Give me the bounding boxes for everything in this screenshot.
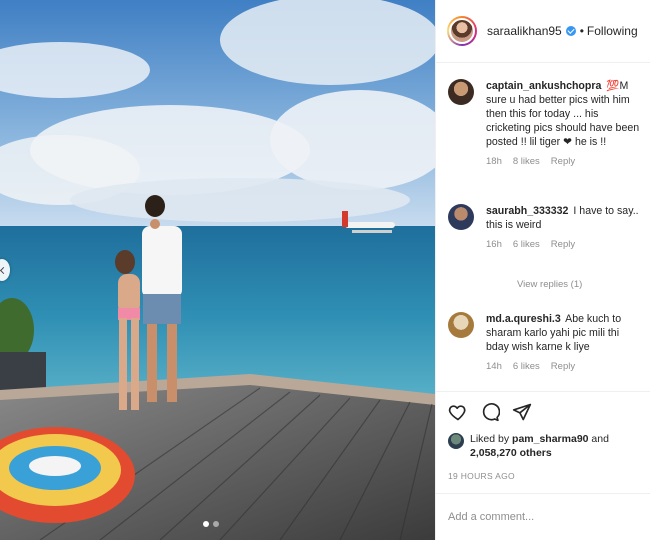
carousel-dot-active xyxy=(203,521,209,527)
comment-icon[interactable] xyxy=(480,402,500,422)
view-replies-label: View replies (1) xyxy=(517,279,583,290)
comment-body: md.a.qureshi.3 Abe kuch to sharam karlo … xyxy=(486,312,642,372)
beach-photo-image xyxy=(0,0,435,540)
comment-text: captain_ankushchopra 💯M sure u had bette… xyxy=(486,79,642,149)
likes-count[interactable]: 2,058,270 others xyxy=(470,447,552,459)
post-header: saraalikhan95 • Following xyxy=(436,0,650,63)
author-username[interactable]: saraalikhan95 xyxy=(487,24,562,38)
comment-avatar[interactable] xyxy=(448,204,474,230)
following-button[interactable]: Following xyxy=(587,24,638,38)
post-photo[interactable] xyxy=(0,0,435,540)
comment-item: captain_ankushchopra 💯M sure u had bette… xyxy=(448,79,642,167)
comments-list[interactable]: captain_ankushchopra 💯M sure u had bette… xyxy=(436,64,650,391)
comment-item: saurabh_333332 I have to say.. this is w… xyxy=(448,204,642,250)
comment-time: 16h xyxy=(486,239,502,250)
likes-prefix: Liked by xyxy=(470,433,510,445)
comment-time: 18h xyxy=(486,156,502,167)
comment-likes[interactable]: 6 likes xyxy=(513,361,540,372)
heart-icon[interactable] xyxy=(448,402,468,422)
comment-time: 14h xyxy=(486,361,502,372)
comment-meta: 14h 6 likes Reply xyxy=(486,361,642,372)
comment-likes[interactable]: 6 likes xyxy=(513,239,540,250)
post-actions-bar xyxy=(436,391,650,431)
comment-username[interactable]: captain_ankushchopra xyxy=(486,80,601,92)
reply-button[interactable]: Reply xyxy=(551,239,575,250)
likes-text: Liked by pam_sharma90 and 2,058,270 othe… xyxy=(470,432,609,460)
comment-text: md.a.qureshi.3 Abe kuch to sharam karlo … xyxy=(486,312,642,354)
comment-username[interactable]: saurabh_333332 xyxy=(486,205,568,217)
author-avatar-image xyxy=(449,18,475,44)
comment-body: saurabh_333332 I have to say.. this is w… xyxy=(486,204,642,250)
comment-meta: 16h 6 likes Reply xyxy=(486,239,642,250)
comment-text: saurabh_333332 I have to say.. this is w… xyxy=(486,204,642,232)
comment-body: captain_ankushchopra 💯M sure u had bette… xyxy=(486,79,642,167)
comment-meta: 18h 8 likes Reply xyxy=(486,156,642,167)
header-separator: • xyxy=(579,24,584,38)
post-timestamp[interactable]: 19 HOURS AGO xyxy=(448,471,515,481)
reply-button[interactable]: Reply xyxy=(551,156,575,167)
add-comment-bar xyxy=(436,493,650,540)
carousel-indicator xyxy=(203,521,219,527)
comment-item: md.a.qureshi.3 Abe kuch to sharam karlo … xyxy=(448,312,642,372)
view-replies-button[interactable]: View replies (1) xyxy=(517,279,582,290)
verified-badge-icon xyxy=(565,26,576,36)
author-avatar[interactable] xyxy=(447,16,477,46)
comment-username[interactable]: md.a.qureshi.3 xyxy=(486,313,561,325)
likes-summary: Liked by pam_sharma90 and 2,058,270 othe… xyxy=(448,432,644,460)
comment-likes[interactable]: 8 likes xyxy=(513,156,540,167)
liker-avatar[interactable] xyxy=(448,433,464,449)
post-side-panel: saraalikhan95 • Following captain_ankush… xyxy=(435,0,650,540)
reply-button[interactable]: Reply xyxy=(551,361,575,372)
liker-username[interactable]: pam_sharma90 xyxy=(512,433,588,445)
chevron-left-icon xyxy=(0,266,8,274)
carousel-dot xyxy=(213,521,219,527)
likes-and: and xyxy=(591,433,609,445)
comment-avatar[interactable] xyxy=(448,312,474,338)
share-icon[interactable] xyxy=(512,402,532,422)
add-comment-input[interactable] xyxy=(448,511,638,523)
comment-avatar[interactable] xyxy=(448,79,474,105)
